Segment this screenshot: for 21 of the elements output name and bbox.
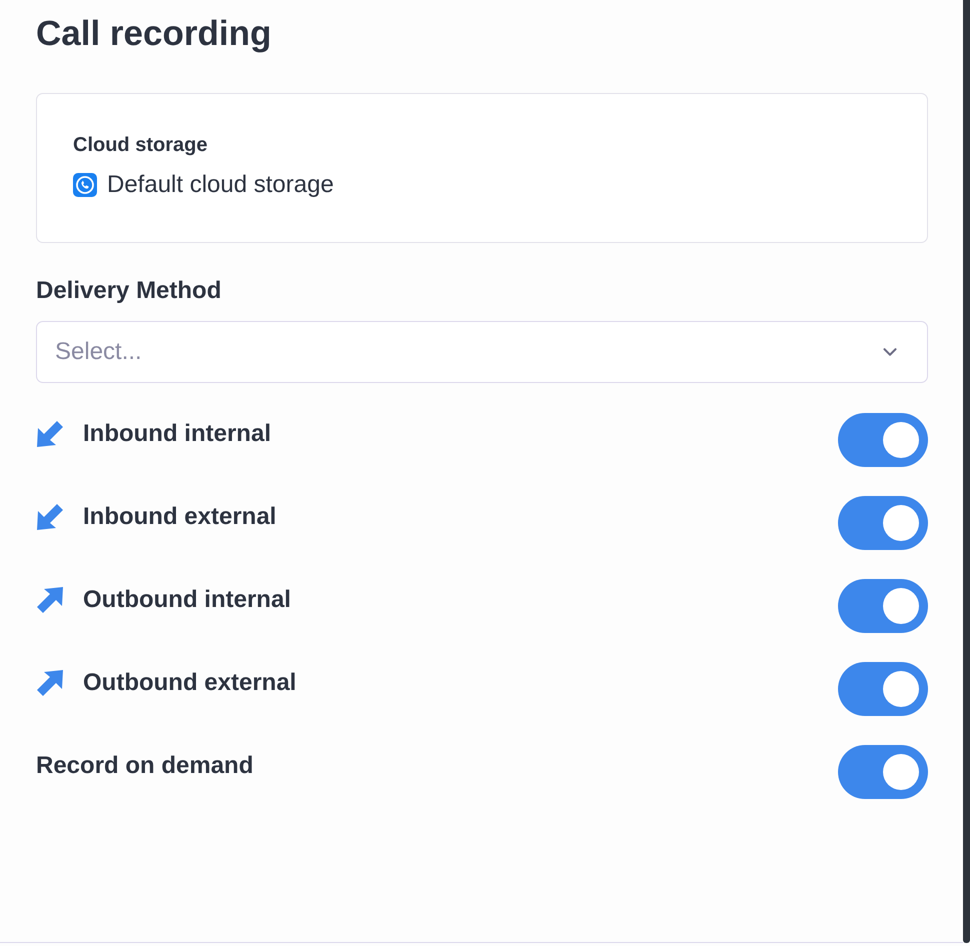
toggle-label: Inbound external: [83, 502, 276, 532]
arrow-up-right-icon: [36, 586, 64, 614]
toggle-switch[interactable]: [838, 413, 928, 467]
arrow-down-left-icon: [36, 420, 64, 448]
toggle-label: Inbound internal: [83, 419, 271, 449]
storage-value: Default cloud storage: [107, 170, 334, 200]
scrollbar[interactable]: [963, 0, 970, 943]
toggle-switch[interactable]: [838, 496, 928, 550]
toggle-switch[interactable]: [838, 745, 928, 799]
delivery-method-select[interactable]: Select...: [36, 321, 928, 383]
page-title: Call recording: [36, 13, 272, 55]
toggle-switch[interactable]: [838, 579, 928, 633]
delivery-method-label: Delivery Method: [36, 276, 222, 306]
arrow-down-left-icon: [36, 503, 64, 531]
arrow-up-right-icon: [36, 669, 64, 697]
phone-app-icon: [73, 173, 97, 197]
toggle-label: Record on demand: [36, 751, 254, 781]
storage-label: Cloud storage: [73, 133, 208, 158]
toggle-label: Outbound external: [83, 668, 296, 698]
toggle-label: Outbound internal: [83, 585, 291, 615]
toggle-switch[interactable]: [838, 662, 928, 716]
